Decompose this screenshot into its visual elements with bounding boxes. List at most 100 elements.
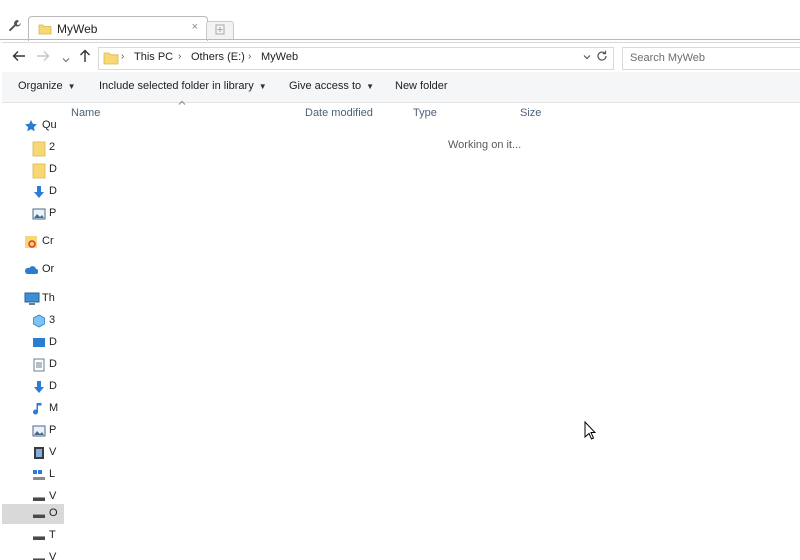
new-tab-icon xyxy=(215,23,225,38)
mouse-pointer-icon xyxy=(584,420,597,443)
this-pc-icon xyxy=(24,292,40,306)
refresh-icon[interactable] xyxy=(596,50,608,65)
documents-icon xyxy=(32,358,46,372)
forward-arrow-icon[interactable] xyxy=(36,49,50,66)
nav-item-drive[interactable]: T xyxy=(2,526,64,546)
tab-close-icon[interactable]: × xyxy=(192,21,198,33)
new-folder-label: New folder xyxy=(395,80,448,92)
nav-item-label: D xyxy=(49,380,57,392)
address-dropdown-icon[interactable] xyxy=(583,52,591,62)
back-arrow-icon[interactable] xyxy=(12,49,26,66)
tab-divider xyxy=(0,39,800,40)
tab-title: MyWeb xyxy=(57,22,98,36)
loading-status: Working on it... xyxy=(448,139,522,151)
breadcrumb-item-others[interactable]: Others (E:) xyxy=(191,51,245,63)
pictures-icon xyxy=(32,424,46,438)
nav-item-label: Cr xyxy=(42,235,54,247)
nav-item-label: O xyxy=(49,507,58,519)
nav-item-folder[interactable]: 2 xyxy=(2,138,64,158)
nav-item-label: T xyxy=(49,529,56,541)
nav-item-label: Th xyxy=(42,292,55,304)
nav-item-drive-selected[interactable]: O xyxy=(2,504,64,524)
breadcrumb-chevron-icon[interactable]: › xyxy=(178,51,181,62)
nav-item-label: V xyxy=(49,551,57,560)
wrench-icon[interactable] xyxy=(8,19,22,33)
nav-item-label: L xyxy=(49,468,56,480)
windows-drive-icon xyxy=(32,468,46,482)
nav-item-downloads[interactable]: D xyxy=(2,182,64,202)
include-library-label: Include selected folder in library xyxy=(99,80,254,92)
nav-item-label: M xyxy=(49,402,59,414)
column-header-date-modified[interactable]: Date modified xyxy=(305,107,373,119)
column-header-name[interactable]: Name xyxy=(71,107,100,119)
give-access-button[interactable]: Give access to ▼ xyxy=(289,80,374,92)
nav-item-drive[interactable]: V xyxy=(2,548,64,560)
music-icon xyxy=(32,402,46,416)
folder-icon xyxy=(103,51,119,68)
folder-icon xyxy=(32,163,46,179)
nav-item-desktop[interactable]: D xyxy=(2,333,64,353)
nav-item-label: 2 xyxy=(49,141,56,153)
command-bar: Organize ▼ Include selected folder in lib… xyxy=(2,72,800,103)
nav-item-creative-cloud[interactable]: Cr xyxy=(2,232,64,252)
give-access-label: Give access to xyxy=(289,80,362,92)
nav-item-label: D xyxy=(49,163,57,175)
nav-item-videos[interactable]: V xyxy=(2,443,64,463)
nav-item-pictures[interactable]: P xyxy=(2,204,64,224)
creative-cloud-icon xyxy=(24,235,38,249)
nav-item-documents[interactable]: D xyxy=(2,355,64,375)
organize-label: Organize xyxy=(18,80,63,92)
nav-item-this-pc[interactable]: Th xyxy=(2,289,64,309)
drive-icon xyxy=(32,529,46,543)
nav-item-label: V xyxy=(49,446,57,458)
onedrive-icon xyxy=(24,263,39,277)
new-tab-button[interactable] xyxy=(206,21,234,39)
recent-locations-chevron-icon[interactable] xyxy=(62,51,70,67)
search-input[interactable]: Search MyWeb xyxy=(622,47,800,70)
desktop-icon xyxy=(32,336,46,350)
breadcrumb-item-myweb[interactable]: MyWeb xyxy=(261,51,298,63)
folder-icon xyxy=(32,141,46,157)
organize-button[interactable]: Organize ▼ xyxy=(18,80,76,92)
nav-item-local-disk[interactable]: L xyxy=(2,465,64,485)
nav-item-label: V xyxy=(49,490,57,502)
new-folder-button[interactable]: New folder xyxy=(395,80,448,92)
download-icon xyxy=(32,380,46,394)
up-arrow-icon[interactable] xyxy=(78,49,92,66)
drive-icon xyxy=(32,507,46,521)
nav-item-pictures[interactable]: P xyxy=(2,421,64,441)
breadcrumb-item-this-pc[interactable]: This PC xyxy=(134,51,173,63)
include-in-library-button[interactable]: Include selected folder in library ▼ xyxy=(99,80,267,92)
videos-icon xyxy=(32,446,46,460)
nav-item-label: P xyxy=(49,424,57,436)
address-bar[interactable]: › This PC › Others (E:) › MyWeb xyxy=(98,47,614,70)
navigation-pane[interactable]: Qu 2 D D P Cr Or Th 3 D D D M P V L V O … xyxy=(2,103,64,560)
drive-icon xyxy=(32,551,46,560)
dropdown-arrow-icon: ▼ xyxy=(366,82,375,91)
dropdown-arrow-icon: ▼ xyxy=(258,82,267,91)
nav-item-label: Qu xyxy=(42,119,57,131)
nav-item-folder[interactable]: D xyxy=(2,160,64,180)
sort-ascending-icon xyxy=(178,98,186,107)
folder-icon xyxy=(38,22,52,39)
nav-item-onedrive[interactable]: Or xyxy=(2,260,64,280)
download-icon xyxy=(32,185,46,199)
breadcrumb-chevron-icon[interactable]: › xyxy=(121,51,124,62)
dropdown-arrow-icon: ▼ xyxy=(67,82,76,91)
nav-item-label: 3 xyxy=(49,314,56,326)
nav-item-label: D xyxy=(49,336,57,348)
nav-item-quick-access[interactable]: Qu xyxy=(2,116,64,136)
nav-item-3d-objects[interactable]: 3 xyxy=(2,311,64,331)
star-icon xyxy=(24,119,38,133)
tab-strip: MyWeb × xyxy=(0,0,800,41)
column-header-type[interactable]: Type xyxy=(413,107,437,119)
nav-item-music[interactable]: M xyxy=(2,399,64,419)
column-header-size[interactable]: Size xyxy=(520,107,541,119)
navigation-bar: › This PC › Others (E:) › MyWeb Search M… xyxy=(2,43,800,72)
breadcrumb-chevron-icon[interactable]: › xyxy=(248,51,251,62)
drive-icon xyxy=(32,490,46,504)
nav-item-label: Or xyxy=(42,263,55,275)
tab-myweb[interactable]: MyWeb × xyxy=(28,16,208,41)
nav-item-downloads[interactable]: D xyxy=(2,377,64,397)
nav-item-label: P xyxy=(49,207,57,219)
